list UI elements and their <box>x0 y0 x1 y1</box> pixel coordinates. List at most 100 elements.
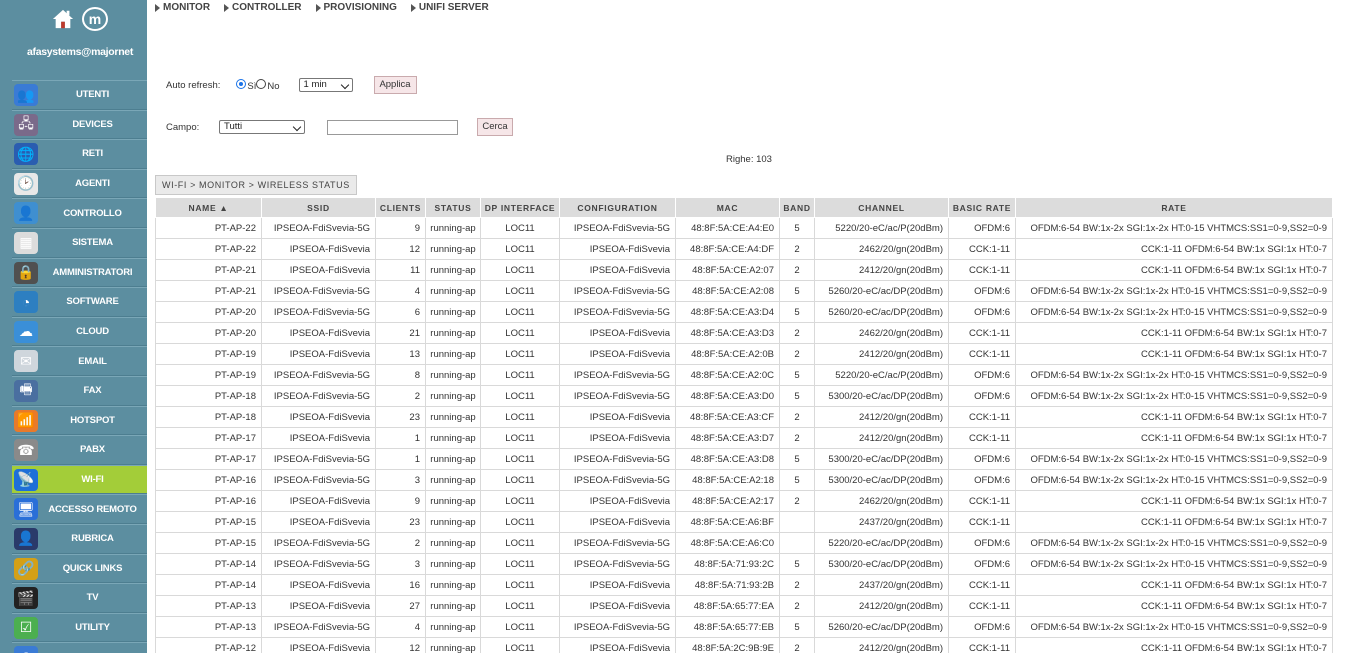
search-button[interactable]: Cerca <box>477 118 513 136</box>
table-row[interactable]: PT-AP-15 IPSEOA-FdiSvevia-5G 2 running-ap LO… <box>155 532 1333 554</box>
sidebar-item-amministratori[interactable]: 🔒 AMMINISTRATORI <box>12 257 147 288</box>
table-cell: PT-AP-18 <box>155 406 262 428</box>
column-header[interactable]: BASIC RATE <box>948 197 1016 218</box>
table-row[interactable]: PT-AP-22 IPSEOA-FdiSvevia-5G 9 running-ap LO… <box>155 217 1333 239</box>
sidebar-item-software[interactable]: ◔ SOFTWARE <box>12 287 147 317</box>
table-cell: OFDM:6-54 BW:1x-2x SGI:1x-2x HT:0-15 VHT… <box>1015 616 1333 638</box>
table-row[interactable]: PT-AP-12 IPSEOA-FdiSvevia 12 running-ap LOC1… <box>155 637 1333 653</box>
table-cell: 48:8F:5A:2C:9B:9E <box>675 637 780 653</box>
table-cell: 2437/20/gn(20dBm) <box>814 574 949 596</box>
table-row[interactable]: PT-AP-14 IPSEOA-FdiSvevia 16 running-ap LOC1… <box>155 574 1333 596</box>
auto-refresh-no-radio[interactable] <box>256 79 267 89</box>
table-cell: LOC11 <box>480 238 560 260</box>
table-cell: IPSEOA-FdiSvevia <box>261 511 376 533</box>
table-cell: 48:8F:5A:CE:A3:D0 <box>675 385 780 407</box>
table-cell: CCK:1-11 <box>948 511 1016 533</box>
column-header[interactable]: CLIENTS <box>375 197 426 218</box>
sidebar-item-hotspot[interactable]: 📶 HOTSPOT <box>12 405 147 436</box>
table-row[interactable]: PT-AP-20 IPSEOA-FdiSvevia-5G 6 running-ap LO… <box>155 301 1333 323</box>
sidebar-item-utility[interactable]: ☑ UTILITY <box>12 612 147 643</box>
table-cell: CCK:1-11 OFDM:6-54 BW:1x SGI:1x HT:0-7 <box>1015 490 1333 512</box>
table-cell: running-ap <box>425 448 481 470</box>
table-row[interactable]: PT-AP-19 IPSEOA-FdiSvevia-5G 8 running-ap LO… <box>155 364 1333 386</box>
search-input[interactable] <box>327 120 458 135</box>
apply-button[interactable]: Applica <box>373 76 417 94</box>
table-row[interactable]: PT-AP-22 IPSEOA-FdiSvevia 12 running-ap LOC1… <box>155 238 1333 260</box>
table-row[interactable]: PT-AP-19 IPSEOA-FdiSvevia 13 running-ap LOC1… <box>155 343 1333 365</box>
sidebar-item-reti[interactable]: 🌐 RETI <box>12 139 147 169</box>
home-icon[interactable] <box>52 8 74 30</box>
column-header[interactable]: NAME ▲ <box>155 197 262 218</box>
table-cell: IPSEOA-FdiSvevia-5G <box>559 616 676 638</box>
sidebar-item-fax[interactable]: 🖷 FAX <box>12 375 147 406</box>
table-cell: IPSEOA-FdiSvevia-5G <box>559 385 676 407</box>
table-cell: OFDM:6-54 BW:1x-2x SGI:1x-2x HT:0-15 VHT… <box>1015 217 1333 239</box>
top-nav-monitor[interactable]: MONITOR <box>155 2 210 13</box>
top-nav-unifi-server[interactable]: UNIFI SERVER <box>410 2 489 13</box>
table-cell: IPSEOA-FdiSvevia <box>559 238 676 260</box>
table-row[interactable]: PT-AP-13 IPSEOA-FdiSvevia 27 running-ap LOC1… <box>155 595 1333 617</box>
table-row[interactable]: PT-AP-17 IPSEOA-FdiSvevia 1 running-ap LOC11… <box>155 427 1333 449</box>
fax-icon: 🖷 <box>14 379 38 402</box>
table-cell: PT-AP-15 <box>155 532 262 554</box>
table-cell: 48:8F:5A:71:93:2B <box>675 574 780 596</box>
table-row[interactable]: PT-AP-18 IPSEOA-FdiSvevia-5G 2 running-ap LO… <box>155 385 1333 407</box>
table-cell: running-ap <box>425 637 481 653</box>
table-cell: LOC11 <box>480 343 560 365</box>
column-header[interactable]: CONFIGURATION <box>559 197 676 218</box>
sidebar-item-controllo[interactable]: 👤 CONTROLLO <box>12 198 147 228</box>
table-cell: 5300/20-eC/ac/DP(20dBm) <box>814 469 949 491</box>
column-header[interactable]: BAND <box>779 197 815 218</box>
table-cell: running-ap <box>425 532 481 554</box>
table-cell: IPSEOA-FdiSvevia-5G <box>559 553 676 575</box>
table-row[interactable]: PT-AP-15 IPSEOA-FdiSvevia 23 running-ap LOC1… <box>155 511 1333 533</box>
sidebar-item-email[interactable]: ✉ EMAIL <box>12 346 147 376</box>
table-cell: CCK:1-11 OFDM:6-54 BW:1x SGI:1x HT:0-7 <box>1015 259 1333 281</box>
table-cell: PT-AP-19 <box>155 364 262 386</box>
column-header[interactable]: CHANNEL <box>814 197 949 218</box>
table-row[interactable]: PT-AP-16 IPSEOA-FdiSvevia 9 running-ap LOC11… <box>155 490 1333 512</box>
table-row[interactable]: PT-AP-17 IPSEOA-FdiSvevia-5G 1 running-ap LO… <box>155 448 1333 470</box>
column-header[interactable]: DP INTERFACE <box>480 197 560 218</box>
table-cell: 4 <box>375 616 426 638</box>
table-row[interactable]: PT-AP-16 IPSEOA-FdiSvevia-5G 3 running-ap LO… <box>155 469 1333 491</box>
sidebar-item-utenti[interactable]: 👥 UTENTI <box>12 80 147 110</box>
sidebar-item-wi-fi[interactable]: 📡 WI-FI <box>12 464 147 495</box>
sidebar-item-cloud[interactable]: ☁ CLOUD <box>12 316 147 347</box>
table-cell: 3 <box>375 553 426 575</box>
table-cell: IPSEOA-FdiSvevia <box>559 574 676 596</box>
sidebar-item-quick-links[interactable]: 🔗 QUICK LINKS <box>12 553 147 584</box>
column-header[interactable]: MAC <box>675 197 780 218</box>
sidebar-item-sistema[interactable]: ▦ SISTEMA <box>12 227 147 258</box>
table-row[interactable]: PT-AP-13 IPSEOA-FdiSvevia-5G 4 running-ap LO… <box>155 616 1333 638</box>
column-header[interactable]: STATUS <box>425 197 481 218</box>
sidebar-item-accesso-remoto[interactable]: 🖥 ACCESSO REMOTO <box>12 494 147 524</box>
triangle-right-icon <box>224 3 230 12</box>
table-row[interactable]: PT-AP-18 IPSEOA-FdiSvevia 23 running-ap LOC1… <box>155 406 1333 428</box>
top-nav-provisioning[interactable]: PROVISIONING <box>315 2 397 13</box>
campo-select[interactable]: Tutti <box>219 120 305 134</box>
auto-refresh-si-radio[interactable] <box>236 79 247 89</box>
table-cell: 48:8F:5A:CE:A4:E0 <box>675 217 780 239</box>
top-nav-controller[interactable]: CONTROLLER <box>224 2 302 13</box>
sidebar-item-agenti[interactable]: 🕑 AGENTI <box>12 168 147 199</box>
majornet-logo-icon[interactable]: m <box>82 7 108 31</box>
column-header[interactable]: RATE <box>1015 197 1333 218</box>
table-cell: running-ap <box>425 574 481 596</box>
table-row[interactable]: PT-AP-21 IPSEOA-FdiSvevia 11 running-ap LOC1… <box>155 259 1333 281</box>
sidebar-item-rubrica[interactable]: 👤 RUBRICA <box>12 523 147 554</box>
column-header[interactable]: SSID <box>261 197 376 218</box>
refresh-interval-select[interactable]: 1 min <box>298 78 353 92</box>
sidebar-item-devices[interactable]: 🖧 DEVICES <box>12 109 147 140</box>
table-row[interactable]: PT-AP-21 IPSEOA-FdiSvevia-5G 4 running-ap LO… <box>155 280 1333 302</box>
table-cell: IPSEOA-FdiSvevia <box>559 322 676 344</box>
sidebar-item-live-support[interactable]: ?LIVE SUPPORT <box>12 642 147 653</box>
table-row[interactable]: PT-AP-14 IPSEOA-FdiSvevia-5G 3 running-ap LO… <box>155 553 1333 575</box>
table-cell: PT-AP-16 <box>155 490 262 512</box>
sidebar-item-pabx[interactable]: ☎ PABX <box>12 435 147 465</box>
table-row[interactable]: PT-AP-20 IPSEOA-FdiSvevia 21 running-ap LOC1… <box>155 322 1333 344</box>
sidebar-item-tv[interactable]: 🎬 TV <box>12 583 147 613</box>
top-nav-label: MONITOR <box>163 2 211 13</box>
table-cell: PT-AP-21 <box>155 259 262 281</box>
table-cell: IPSEOA-FdiSvevia-5G <box>261 301 376 323</box>
